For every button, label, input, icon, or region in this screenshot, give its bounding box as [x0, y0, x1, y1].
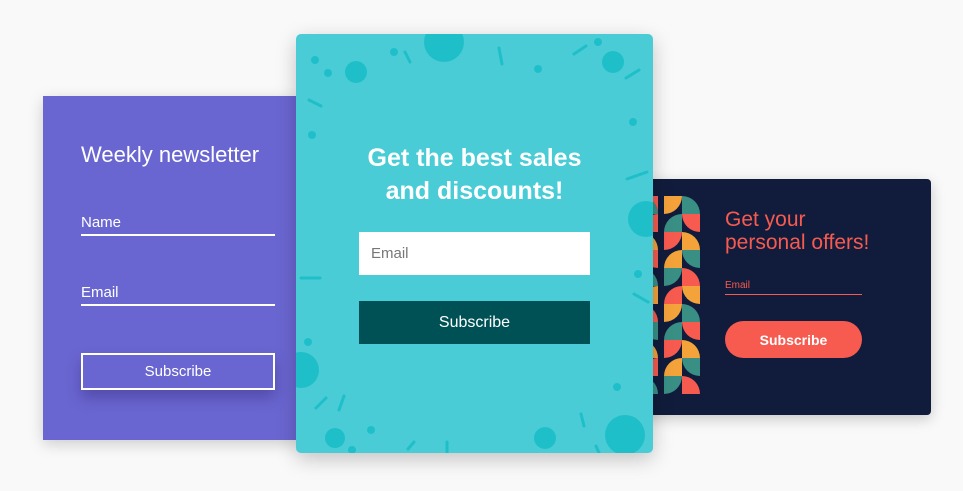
- sales-headline-line-1: Get the best sales: [367, 144, 582, 172]
- offers-title: Get your personal offers!: [725, 208, 915, 254]
- sales-headline: Get the best sales and discounts!: [296, 142, 653, 208]
- newsletter-title: Weekly newsletter: [81, 142, 260, 167]
- sales-headline-line-2: and discounts!: [385, 177, 564, 205]
- email-field[interactable]: [81, 304, 275, 306]
- best-sales-card: Get the best sales and discounts! Subscr…: [296, 34, 653, 453]
- newsletter-subscribe-button[interactable]: Subscribe: [81, 353, 275, 390]
- name-field[interactable]: [81, 234, 275, 236]
- offers-email-field[interactable]: [725, 294, 862, 295]
- sales-subscribe-button[interactable]: Subscribe: [359, 301, 590, 344]
- name-field-label: Name: [81, 214, 122, 231]
- offers-title-line-1: Get your: [725, 208, 806, 231]
- sales-email-input[interactable]: [359, 232, 590, 275]
- personal-offers-card: Get your personal offers! Email Subscrib…: [640, 179, 931, 415]
- offers-subscribe-button[interactable]: Subscribe: [725, 321, 862, 358]
- offers-title-line-2: personal offers!: [725, 231, 870, 254]
- email-field-label: Email: [81, 284, 119, 301]
- weekly-newsletter-card: Weekly newsletter Name Email Subscribe: [43, 96, 300, 440]
- offers-email-label: Email: [725, 280, 751, 291]
